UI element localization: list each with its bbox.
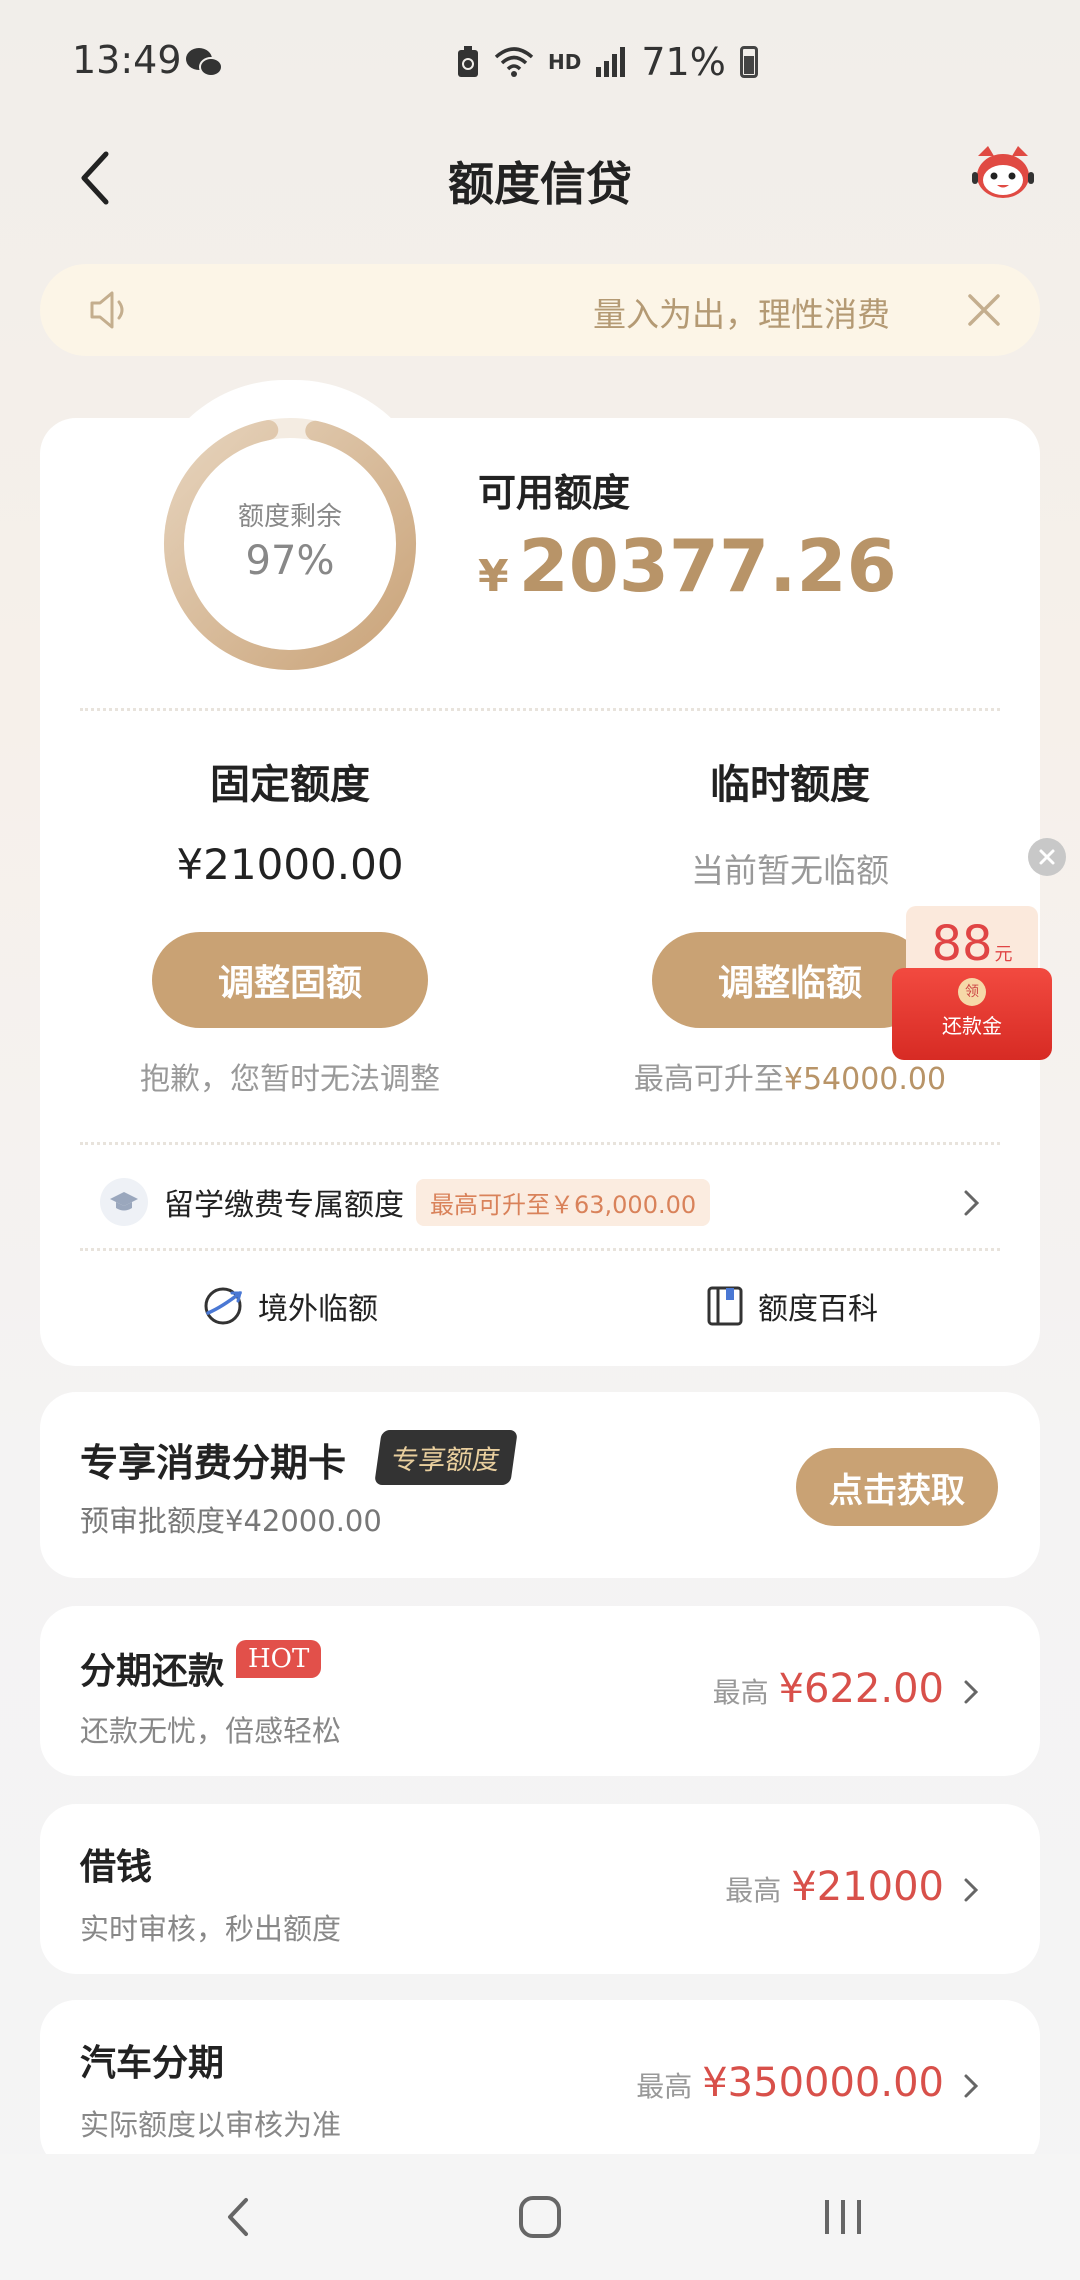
ring-percent: 97% [245,538,335,584]
consumer-card-subtitle: 预审批额度¥42000.00 [80,1504,382,1538]
product-title: 借钱 [80,1847,153,1888]
hot-badge: HOT [236,1640,322,1678]
ring-label: 额度剩余 [237,502,342,532]
nav-home-icon[interactable] [516,2192,564,2242]
product-subtitle: 实际额度以审核为准 [80,2108,342,2142]
chevron-right-icon [964,2074,979,2098]
battery-icon [739,46,758,78]
packet-seal: 领 [958,978,986,1006]
nav-recents-icon[interactable] [820,2192,866,2242]
chevron-right-icon [964,1878,979,1902]
exclusive-credit-badge: 专享额度 [374,1430,518,1485]
packet-amount-value: 88 [931,916,993,972]
status-time: 13:49 [72,38,182,82]
overseas-credit-icon [204,1287,242,1325]
available-amount-value: 20377.26 [518,524,897,608]
max-label: 最高 [725,1874,782,1907]
product-max-amount: 最高 ¥21000 [725,1864,944,1910]
temp-credit-title: 临时额度 [710,762,870,808]
network-label: HD [548,50,582,74]
study-abroad-label: 留学缴费专属额度 [164,1188,404,1223]
max-label: 最高 [712,1676,769,1709]
study-abroad-credit-row[interactable]: 留学缴费专属额度 最高可升至￥63,000.00 [100,1178,711,1226]
chevron-right-icon [964,1190,980,1216]
book-icon [707,1286,743,1326]
fixed-credit-title: 固定额度 [210,762,370,808]
packet-label: 还款金 [942,1014,1002,1038]
adjust-fixed-button[interactable]: 调整固额 [152,932,428,1028]
product-max-amount: 最高 ¥622.00 [713,1666,944,1712]
get-card-button[interactable]: 点击获取 [796,1448,998,1526]
product-subtitle: 实时审核，秒出额度 [80,1912,342,1946]
notice-bar: 量入为出，理性消费 [40,264,1040,356]
adjust-temp-button[interactable]: 调整临额 [652,932,928,1028]
product-title: 汽车分期 [80,2043,225,2084]
consumer-card-title: 专享消费分期卡 [80,1441,347,1485]
graduation-cap-icon [100,1178,148,1226]
chevron-right-icon [964,1680,979,1704]
close-icon [1039,849,1055,865]
credit-encyclopedia-link[interactable]: 额度百科 [706,1284,878,1328]
float-close-button[interactable] [1028,838,1066,876]
product-max-amount: 最高 ¥350000.00 [636,2060,944,2106]
close-icon[interactable] [962,288,1006,332]
fixed-credit-note: 抱歉，您暂时无法调整 [140,1062,440,1097]
status-icons: HD 71% [456,40,758,84]
customer-service-mascot-icon[interactable] [970,142,1036,208]
repayment-red-packet[interactable]: 88 元 领 还款金 [892,906,1052,1060]
max-label: 最高 [636,2070,693,2103]
overseas-temp-credit-link[interactable]: 境外临额 [202,1284,378,1328]
wifi-icon [494,47,534,77]
temp-note-value: ¥54000.00 [783,1062,947,1097]
packet-unit: 元 [994,944,1013,965]
currency-symbol: ¥ [478,551,509,602]
available-credit-amount: ¥20377.26 [478,524,897,608]
study-abroad-badge: 最高可升至￥63,000.00 [416,1178,711,1226]
product-title: 分期还款 [80,1651,225,1692]
fixed-credit-value: ¥21000.00 [176,840,404,889]
temp-note-prefix: 最高可升至 [633,1062,784,1097]
overseas-temp-credit-label: 境外临额 [258,1292,378,1327]
battery-percent: 71% [641,40,726,84]
temp-credit-note: 最高可升至¥54000.00 [580,1054,1000,1098]
divider [80,1248,1000,1251]
product-subtitle: 还款无忧，倍感轻松 [80,1714,342,1748]
available-credit-label: 可用额度 [478,471,631,515]
credit-encyclopedia-label: 额度百科 [758,1292,878,1327]
temp-credit-value: 当前暂无临额 [691,851,889,890]
signal-icon [596,47,626,77]
divider [80,1142,1000,1145]
max-value: ¥21000 [791,1864,944,1910]
packet-amount: 88 元 [906,916,1038,972]
max-value: ¥622.00 [778,1666,944,1712]
max-value: ¥350000.00 [702,2060,944,2106]
wechat-icon [186,48,223,77]
nav-back-icon[interactable] [218,2192,258,2242]
divider [80,708,1000,711]
battery-saver-icon [458,46,478,77]
notice-text: 量入为出，理性消费 [593,295,890,334]
page-title: 额度信贷 [448,157,632,211]
speaker-icon [90,291,124,329]
